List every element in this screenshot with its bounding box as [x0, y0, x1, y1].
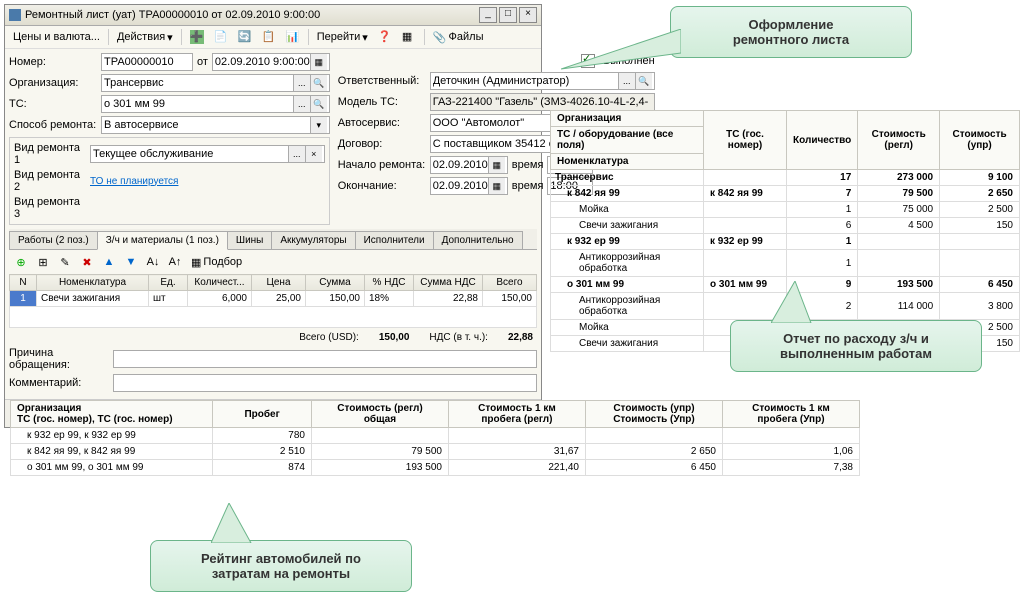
open-icon[interactable]: 🔍	[310, 96, 327, 112]
tab-works[interactable]: Работы (2 поз.)	[9, 231, 98, 249]
rating-report: ОрганизацияТС (гос. номер), ТС (гос. ном…	[10, 400, 860, 476]
callout-form: Оформлениеремонтного листа	[670, 6, 912, 58]
reason-label: Причина обращения:	[9, 347, 109, 371]
selection-button[interactable]: ▦ Подбор	[187, 252, 246, 272]
repair-method-select[interactable]: В автосервисе▾	[101, 116, 330, 134]
col-price: Цена	[252, 275, 306, 291]
model-display: ГАЗ-221400 "Газель" (ЗМЗ-4026.10-4L-2,4-	[430, 93, 655, 111]
nds-label: НДС (в т. ч.):	[429, 332, 488, 343]
tab-performers[interactable]: Исполнители	[355, 231, 434, 249]
move-down-icon[interactable]: ▼	[121, 252, 141, 272]
tb-help-icon[interactable]: ❓	[374, 28, 396, 46]
tb-post-icon[interactable]: 📋	[258, 28, 280, 46]
responsible-label: Ответственный:	[338, 75, 426, 87]
sort-asc-icon[interactable]: A↓	[143, 252, 163, 272]
repair-type2-label: Вид ремонта 2	[14, 169, 86, 193]
repair-sheet-window: Ремонтный лист (уат) ТРА00000010 от 02.0…	[4, 4, 542, 428]
col-unit: Ед.	[149, 275, 188, 291]
repair-method-label: Способ ремонта:	[9, 119, 97, 131]
col-total: Всего	[483, 275, 537, 291]
date-input[interactable]: 02.09.2010 9:00:00▦	[212, 53, 330, 71]
from-label: от	[197, 56, 208, 68]
tb-refresh-icon[interactable]: 🔄	[234, 28, 256, 46]
callout-report: Отчет по расходу з/ч ивыполненным работа…	[730, 320, 982, 372]
calendar-icon[interactable]: ▦	[310, 54, 327, 70]
files-menu[interactable]: 📎 Файлы	[429, 29, 488, 46]
close-window-button[interactable]: ×	[519, 7, 537, 23]
col-sum: Сумма	[306, 275, 365, 291]
window-icon	[9, 9, 21, 21]
number-input[interactable]: ТРА00000010	[101, 53, 193, 71]
tb-new-icon[interactable]: ➕	[186, 28, 208, 46]
prices-menu[interactable]: Цены и валюта...	[9, 29, 104, 45]
tab-batteries[interactable]: Аккумуляторы	[271, 231, 355, 249]
parts-grid[interactable]: N Номенклатура Ед. Количест... Цена Сумм…	[9, 274, 537, 328]
nds-sum: 22,88	[508, 332, 533, 343]
tab-parts[interactable]: З/ч и материалы (1 поз.)	[97, 231, 228, 250]
sort-desc-icon[interactable]: A↑	[165, 252, 185, 272]
model-label: Модель ТС:	[338, 96, 426, 108]
select-icon[interactable]: ...	[293, 96, 310, 112]
actions-menu[interactable]: Действия ▾	[113, 29, 177, 46]
end-label: Окончание:	[338, 180, 426, 192]
org-label: Организация:	[9, 77, 97, 89]
add-row-icon[interactable]: ⊕	[11, 252, 31, 272]
col-n: N	[10, 275, 37, 291]
tb-struct-icon[interactable]: ▦	[398, 28, 420, 46]
goto-menu[interactable]: Перейти ▾	[313, 29, 372, 46]
select-icon[interactable]: ...	[293, 75, 310, 91]
repair-type1-input[interactable]: Текущее обслуживание...×	[90, 145, 325, 163]
time-label: время	[512, 159, 544, 171]
to-not-planned-link[interactable]: ТО не планируется	[90, 176, 178, 187]
move-up-icon[interactable]: ▲	[99, 252, 119, 272]
tb-copy-icon[interactable]: 📄	[210, 28, 232, 46]
tab-bar: Работы (2 поз.) З/ч и материалы (1 поз.)…	[9, 229, 537, 250]
start-date-input[interactable]: 02.09.2010▦	[430, 156, 508, 174]
comment-input[interactable]	[113, 374, 537, 392]
grid-toolbar: ⊕ ⊞ ✎ ✖ ▲ ▼ A↓ A↑ ▦ Подбор	[9, 250, 537, 274]
total-sum: 150,00	[379, 332, 410, 343]
number-label: Номер:	[9, 56, 97, 68]
delete-row-icon[interactable]: ✖	[77, 252, 97, 272]
callout-rating: Рейтинг автомобилей позатратам на ремонт…	[150, 540, 412, 592]
insert-row-icon[interactable]: ⊞	[33, 252, 53, 272]
window-title: Ремонтный лист (уат) ТРА00000010 от 02.0…	[25, 9, 479, 21]
reason-input[interactable]	[113, 350, 537, 368]
col-nds: % НДС	[365, 275, 414, 291]
repair-type3-label: Вид ремонта 3	[14, 196, 86, 220]
maximize-button[interactable]: □	[499, 7, 517, 23]
dropdown-icon[interactable]: ▾	[310, 117, 327, 133]
grid-row[interactable]: 1 Свечи зажигания шт 6,000 25,00 150,00 …	[10, 291, 537, 307]
ts-label: ТС:	[9, 98, 97, 110]
contract-label: Договор:	[338, 138, 426, 150]
total-label: Всего (USD):	[299, 332, 359, 343]
col-nomenclature: Номенклатура	[37, 275, 149, 291]
tab-tires[interactable]: Шины	[227, 231, 272, 249]
comment-label: Комментарий:	[9, 377, 109, 389]
titlebar[interactable]: Ремонтный лист (уат) ТРА00000010 от 02.0…	[5, 5, 541, 26]
col-sumnds: Сумма НДС	[414, 275, 483, 291]
col-qty: Количест...	[188, 275, 252, 291]
tab-extra[interactable]: Дополнительно	[433, 231, 523, 249]
service-label: Автосервис:	[338, 117, 426, 129]
main-toolbar: Цены и валюта... Действия ▾ ➕ 📄 🔄 📋 📊 Пе…	[5, 26, 541, 49]
start-label: Начало ремонта:	[338, 159, 426, 171]
end-date-input[interactable]: 02.09.2010▦	[430, 177, 508, 195]
edit-row-icon[interactable]: ✎	[55, 252, 75, 272]
open-icon[interactable]: 🔍	[310, 75, 327, 91]
tb-report-icon[interactable]: 📊	[282, 28, 304, 46]
minimize-button[interactable]: _	[479, 7, 497, 23]
ts-input[interactable]: о 301 мм 99...🔍	[101, 95, 330, 113]
org-input[interactable]: Трансервис...🔍	[101, 74, 330, 92]
repair-type1-label: Вид ремонта 1	[14, 142, 86, 166]
time-label: время	[512, 180, 544, 192]
